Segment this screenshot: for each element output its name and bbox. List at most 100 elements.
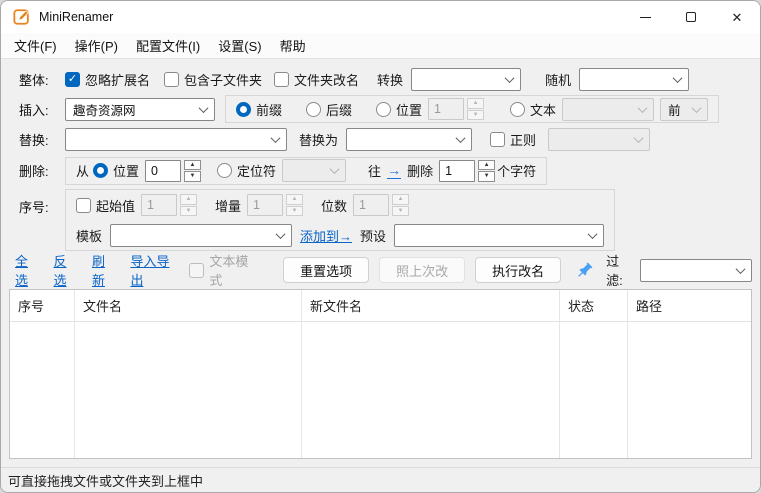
start-stepper: ▲▼	[141, 194, 197, 216]
checkbox-checked-icon: ✓	[65, 72, 80, 87]
column-header[interactable]: 状态	[560, 290, 627, 322]
close-button[interactable]: ✕	[714, 1, 760, 33]
start-label: 起始值	[96, 196, 135, 215]
delete-from-label: 从	[76, 161, 89, 180]
prefix-label: 前缀	[256, 100, 282, 119]
column-header[interactable]: 文件名	[75, 290, 301, 322]
spinner-buttons[interactable]: ▲▼	[478, 160, 495, 182]
insert-place-value: 前	[668, 100, 681, 119]
title-bar: MiniRenamer ✕	[1, 1, 760, 33]
checkbox-icon	[76, 198, 91, 213]
start-input	[141, 194, 177, 216]
direction-arrow-icon[interactable]: →	[387, 163, 401, 179]
serial-line-1: 起始值 ▲▼ 增量 ▲▼ 位数 ▲▼	[76, 190, 604, 220]
serial-line-2: 模板 添加到→ 预设	[76, 220, 604, 250]
radio-icon	[376, 102, 391, 117]
suffix-radio[interactable]: 后缀	[306, 100, 352, 119]
text-radio[interactable]: 文本	[510, 100, 556, 119]
column-body	[75, 322, 301, 458]
spin-up-icon: ▲	[392, 194, 409, 205]
column-body	[10, 322, 74, 458]
position-label: 位置	[396, 100, 422, 119]
preset-select[interactable]	[394, 224, 604, 247]
delete-count-stepper[interactable]: ▲▼	[439, 160, 495, 182]
filter-select[interactable]	[640, 259, 752, 282]
checkbox-icon	[274, 72, 289, 87]
reset-options-button[interactable]: 重置选项	[283, 257, 369, 283]
chevron-down-icon	[736, 264, 746, 274]
options-panel: 整体: ✓ 忽略扩展名 包含子文件夹 文件夹改名 转换 随机	[1, 59, 760, 253]
delete-position-radio[interactable]: 位置	[93, 161, 139, 180]
radio-icon	[217, 163, 232, 178]
column-header[interactable]: 新文件名	[302, 290, 559, 322]
template-select[interactable]	[110, 224, 292, 247]
delete-position-stepper[interactable]: ▲▼	[145, 160, 201, 182]
chevron-down-icon	[330, 164, 340, 174]
execute-rename-button[interactable]: 执行改名	[475, 257, 561, 283]
anchor-radio[interactable]: 定位符	[217, 161, 276, 180]
regex-checkbox[interactable]: 正则	[490, 130, 536, 149]
delete-count-label: 删除	[407, 161, 433, 180]
start-checkbox[interactable]: 起始值	[76, 196, 135, 215]
random-label: 随机	[545, 70, 571, 89]
delete-group: 从 位置 ▲▼ 定位符 往 → 删除	[65, 157, 547, 185]
insert-source-select[interactable]: 趣奇资源网	[65, 98, 215, 121]
radio-icon	[306, 102, 321, 117]
action-toolbar: 全选 反选 刷新 导入导出 文本模式 重置选项 照上次改 执行改名 过滤:	[1, 253, 760, 287]
spin-down-icon: ▼	[180, 206, 197, 217]
overall-label: 整体:	[19, 70, 61, 89]
column-body	[628, 322, 751, 458]
convert-select[interactable]	[411, 68, 521, 91]
prefix-radio[interactable]: 前缀	[236, 100, 282, 119]
menu-settings[interactable]: 设置(S)	[209, 33, 270, 58]
insert-source-value: 趣奇资源网	[73, 100, 136, 119]
menu-help[interactable]: 帮助	[271, 33, 315, 58]
chevron-down-icon	[456, 133, 466, 143]
maximize-button[interactable]	[668, 1, 714, 33]
chars-label: 个字符	[497, 161, 536, 180]
minimize-button[interactable]	[622, 1, 668, 33]
status-text: 可直接拖拽文件或文件夹到上框中	[8, 471, 203, 490]
invert-selection-link[interactable]: 反选	[53, 251, 77, 289]
spinner-buttons: ▲▼	[286, 194, 303, 216]
column-header[interactable]: 序号	[10, 290, 74, 322]
spin-up-icon: ▲	[467, 98, 484, 109]
menu-operate[interactable]: 操作(P)	[66, 33, 127, 58]
select-all-link[interactable]: 全选	[15, 251, 39, 289]
suffix-label: 后缀	[326, 100, 352, 119]
add-to-link[interactable]: 添加到→	[300, 226, 352, 245]
column-index: 序号	[10, 290, 75, 458]
column-body	[560, 322, 627, 458]
file-table[interactable]: 序号 文件名 新文件名 状态 路径	[9, 289, 752, 459]
spinner-buttons[interactable]: ▲▼	[184, 160, 201, 182]
chevron-down-icon	[692, 103, 702, 113]
delete-label: 删除:	[19, 161, 61, 180]
menu-bar: 文件(F) 操作(P) 配置文件(I) 设置(S) 帮助	[1, 33, 760, 59]
spin-down-icon: ▼	[478, 171, 495, 182]
menu-file[interactable]: 文件(F)	[5, 33, 66, 58]
preset-label: 预设	[360, 226, 386, 245]
digits-stepper: ▲▼	[353, 194, 409, 216]
chevron-down-icon	[638, 103, 648, 113]
include-subfolder-checkbox[interactable]: 包含子文件夹	[164, 70, 262, 89]
random-select[interactable]	[579, 68, 689, 91]
window-controls: ✕	[622, 1, 760, 33]
row-insert: 插入: 趣奇资源网 前缀 后缀 位置	[9, 94, 752, 124]
column-header[interactable]: 路径	[628, 290, 751, 322]
refresh-link[interactable]: 刷新	[92, 251, 116, 289]
chevron-down-icon	[673, 73, 683, 83]
replace-find-select[interactable]	[65, 128, 287, 151]
folder-rename-checkbox[interactable]: 文件夹改名	[274, 70, 359, 89]
delete-position-input[interactable]	[145, 160, 181, 182]
menu-profile[interactable]: 配置文件(I)	[127, 33, 209, 58]
position-radio[interactable]: 位置	[376, 100, 422, 119]
replace-with-select[interactable]	[346, 128, 472, 151]
app-icon	[13, 8, 31, 26]
column-new-filename: 新文件名	[302, 290, 560, 458]
delete-count-input[interactable]	[439, 160, 475, 182]
pin-icon[interactable]	[575, 261, 594, 280]
import-export-link[interactable]: 导入导出	[130, 251, 179, 289]
spin-up-icon: ▲	[184, 160, 201, 171]
chevron-down-icon	[634, 133, 644, 143]
ignore-ext-checkbox[interactable]: ✓ 忽略扩展名	[65, 70, 150, 89]
